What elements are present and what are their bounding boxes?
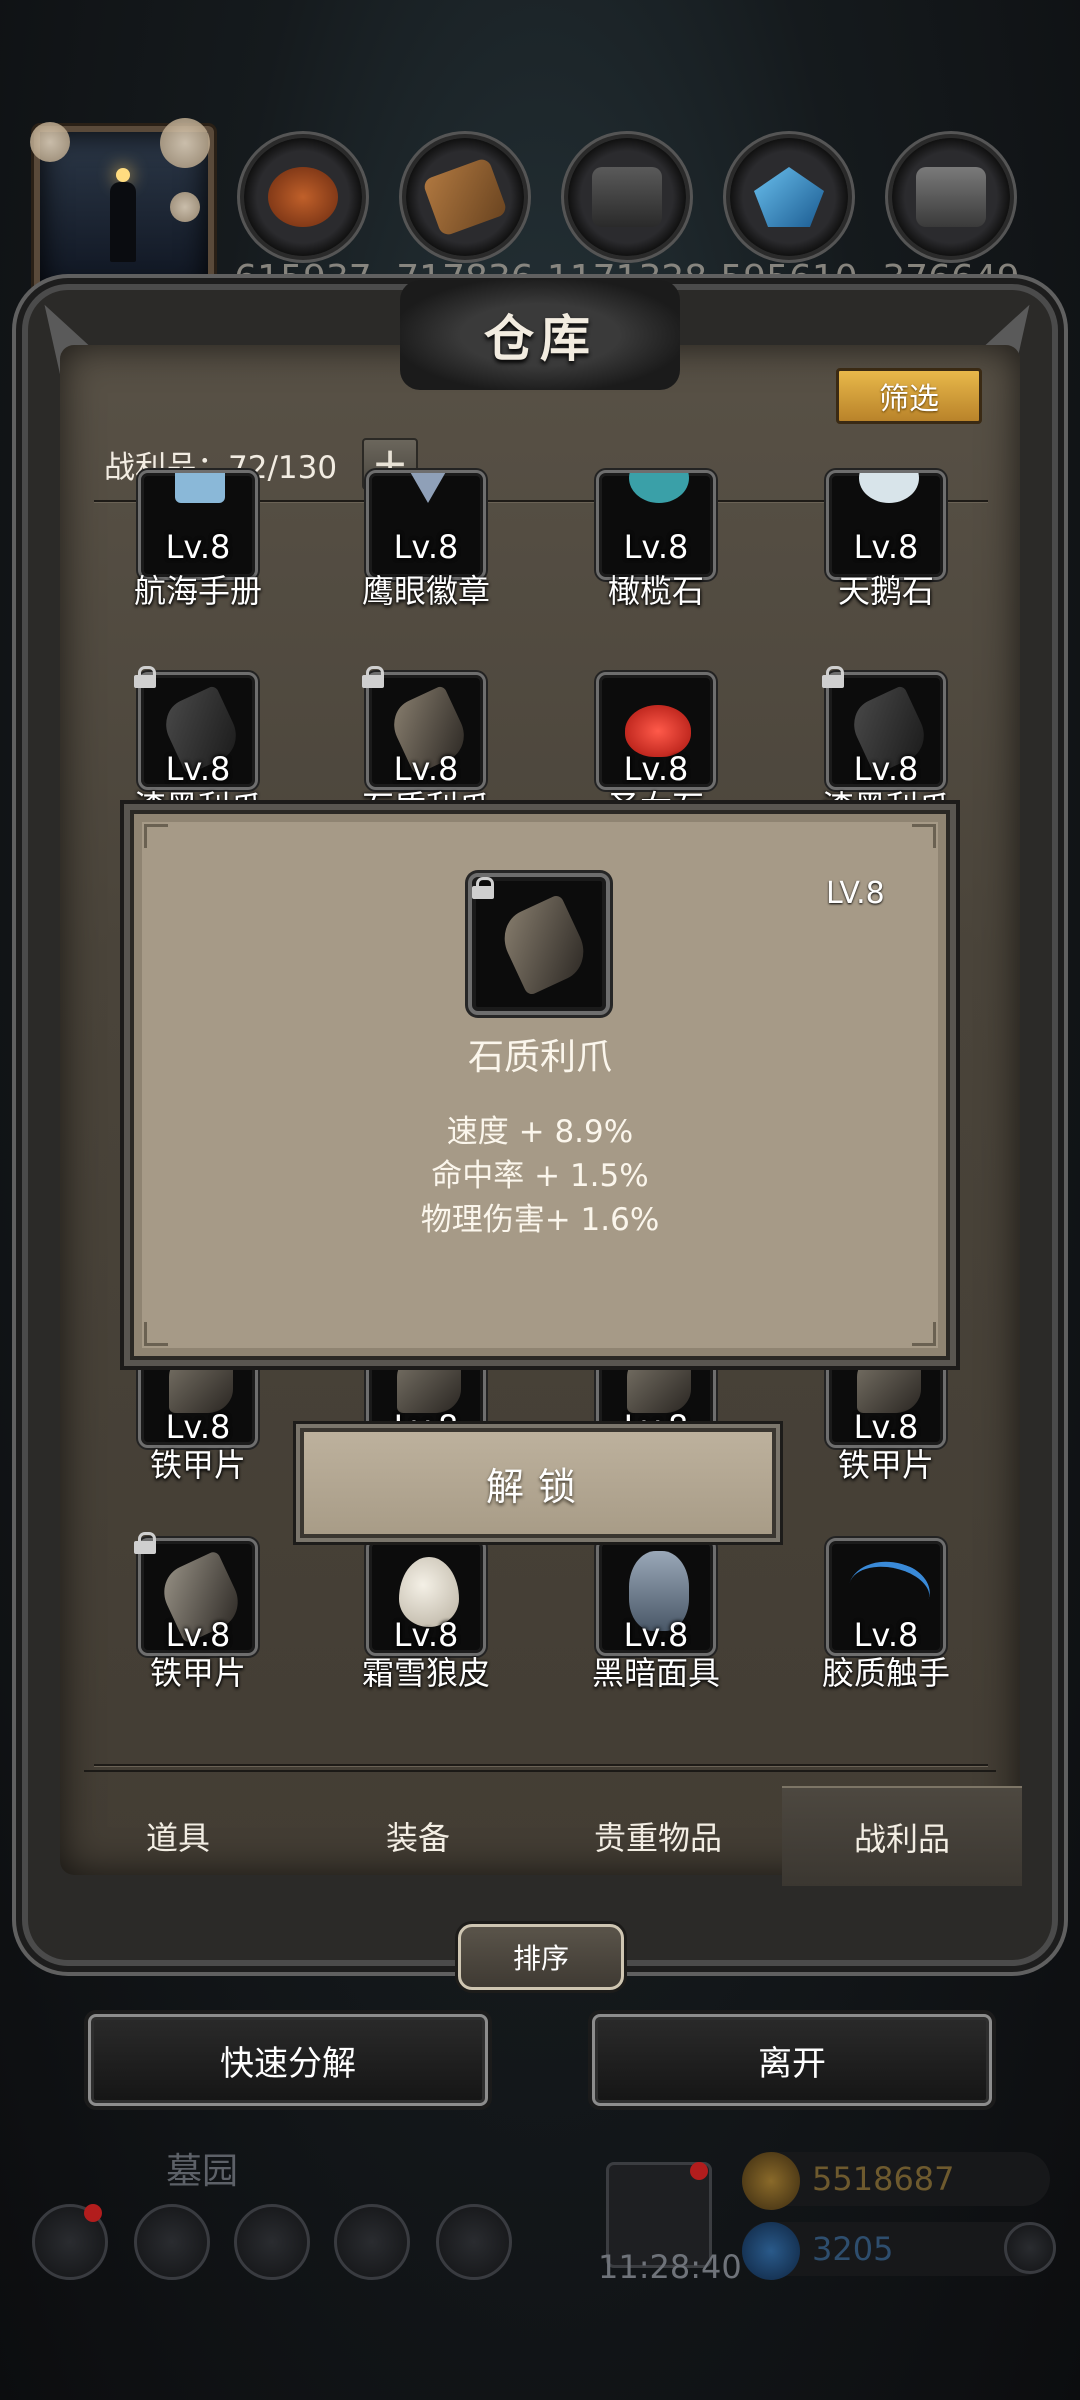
mail-icon[interactable] bbox=[334, 2204, 410, 2280]
inventory-item[interactable]: Lv.8 漆黑利爪 bbox=[98, 666, 298, 826]
popup-item-name: 石质利爪 bbox=[467, 1037, 612, 1078]
lock-icon bbox=[822, 666, 844, 688]
wood-icon bbox=[421, 156, 509, 238]
inventory-item[interactable]: Lv.8 胶质触手 bbox=[786, 1538, 986, 1692]
inventory-item[interactable]: Lv.8 鹰眼徽章 bbox=[326, 470, 526, 610]
meat-icon bbox=[268, 167, 338, 227]
inventory-item[interactable]: Lv.8 天鹅石 bbox=[786, 470, 986, 610]
leave-button[interactable]: 离开 bbox=[592, 2014, 992, 2106]
tab-loot[interactable]: 战利品 bbox=[782, 1786, 1022, 1886]
lock-icon bbox=[134, 1532, 156, 1554]
popup-stat: 命中率 + 1.5% bbox=[431, 1158, 649, 1194]
popup-stat: 物理伤害+ 1.6% bbox=[420, 1202, 660, 1238]
lock-icon bbox=[134, 666, 156, 688]
notification-dot bbox=[690, 2162, 708, 2180]
inventory-item[interactable]: Lv.8 圣女石 bbox=[556, 672, 756, 826]
countdown-timer: 11:28:40 bbox=[598, 2248, 742, 2286]
inventory-item[interactable]: Lv.8 航海手册 bbox=[98, 470, 298, 610]
hero-icon[interactable] bbox=[134, 2204, 210, 2280]
inventory-item[interactable]: Lv.8 橄榄石 bbox=[556, 470, 756, 610]
tab-equipment[interactable]: 装备 bbox=[298, 1786, 538, 1886]
tab-valuables[interactable]: 贵重物品 bbox=[538, 1786, 778, 1886]
sort-button[interactable]: 排序 bbox=[458, 1924, 624, 1990]
iron-icon bbox=[916, 167, 986, 227]
crystal-resource[interactable]: 595610 bbox=[720, 138, 858, 299]
inventory-item[interactable]: Lv.8 石质利爪 bbox=[326, 666, 526, 826]
notification-dot bbox=[84, 2204, 102, 2222]
iron-resource[interactable]: 376649 bbox=[882, 138, 1020, 299]
inventory-item[interactable]: Lv.8 黑暗面具 bbox=[556, 1538, 756, 1692]
meat-resource[interactable]: 615937 bbox=[234, 138, 372, 299]
quick-decompose-button[interactable]: 快速分解 bbox=[88, 2014, 488, 2106]
stone-resource[interactable]: 1171328 bbox=[547, 138, 707, 299]
gem-icon bbox=[742, 2222, 800, 2280]
wood-resource[interactable]: 717836 bbox=[396, 138, 534, 299]
inventory-item[interactable]: Lv.8 漆黑利爪 bbox=[786, 666, 986, 826]
unlock-button[interactable]: 解锁 bbox=[300, 1428, 776, 1538]
page-title: 仓库 bbox=[400, 280, 680, 390]
popup-stat: 速度 + 8.9% bbox=[446, 1114, 634, 1150]
crystal-icon bbox=[754, 167, 824, 227]
filter-button[interactable]: 筛选 bbox=[836, 368, 982, 424]
player-portrait[interactable] bbox=[30, 118, 214, 302]
stone-icon bbox=[592, 167, 662, 227]
tab-bar-divider bbox=[84, 1770, 996, 1772]
gold-coin-icon bbox=[742, 2152, 800, 2210]
add-currency-icon[interactable] bbox=[1004, 2222, 1056, 2274]
location-label: 墓园 bbox=[166, 2151, 239, 2192]
divider bbox=[94, 1764, 988, 1766]
popup-item-icon bbox=[468, 873, 610, 1015]
inventory-item[interactable]: Lv.8 霜雪狼皮 bbox=[326, 1538, 526, 1692]
lock-icon bbox=[362, 666, 384, 688]
inventory-item[interactable]: Lv.8 铁甲片 bbox=[98, 1532, 298, 1692]
lock-icon bbox=[472, 877, 494, 899]
tab-items[interactable]: 道具 bbox=[58, 1786, 298, 1886]
popup-level: LV.8 bbox=[826, 876, 885, 911]
shield-icon[interactable] bbox=[436, 2204, 512, 2280]
gold-counter: 5518687 bbox=[742, 2152, 1050, 2210]
castle-icon[interactable] bbox=[234, 2204, 310, 2280]
